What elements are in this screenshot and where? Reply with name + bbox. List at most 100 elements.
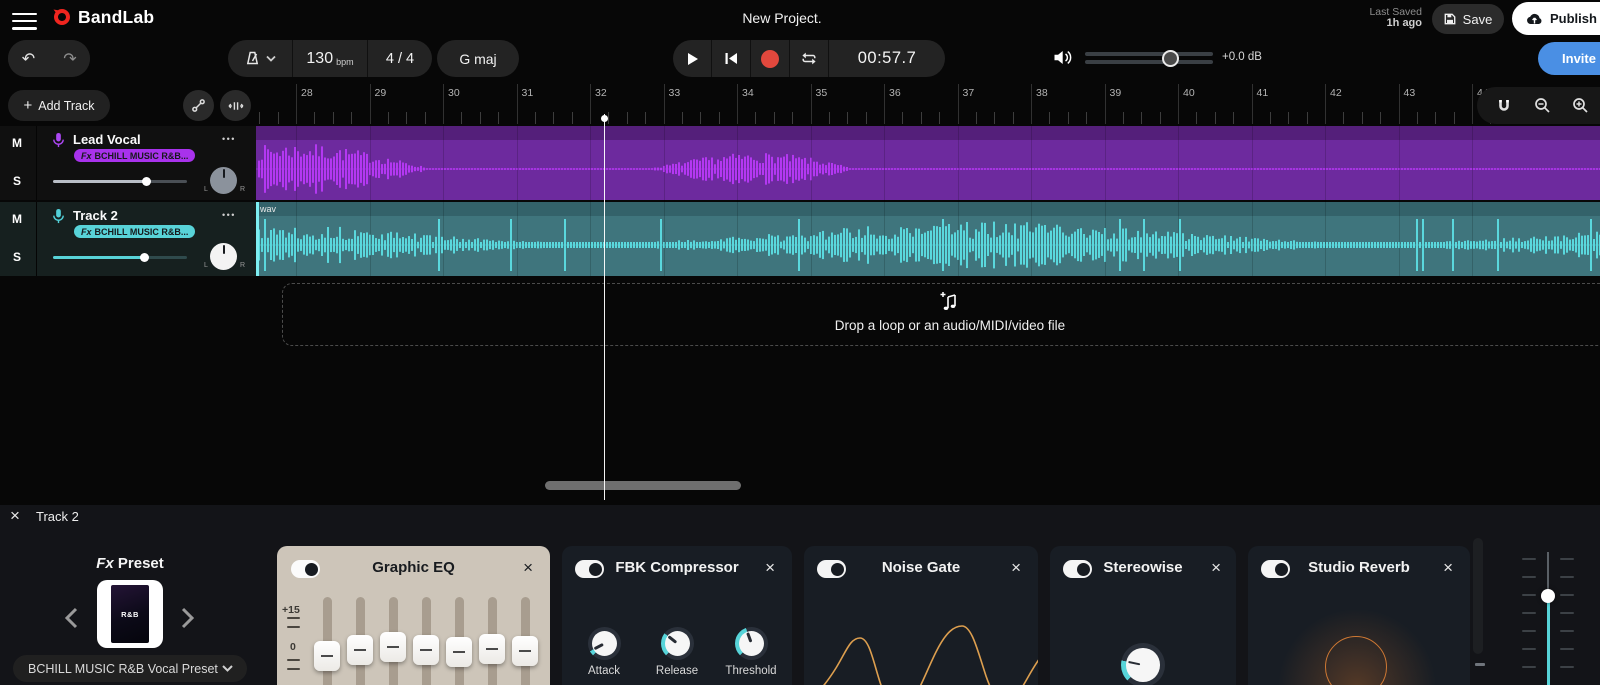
clip-region[interactable] <box>256 126 1600 200</box>
solo-button[interactable]: S <box>6 246 28 268</box>
panel-fader-ticks <box>1510 545 1590 685</box>
automation-button[interactable] <box>183 90 214 121</box>
hamburger-menu-button[interactable] <box>12 8 37 34</box>
loop-icon <box>801 51 817 66</box>
skip-to-start-button[interactable] <box>712 40 750 77</box>
track-header: M S Lead Vocal ••• FxBCHILL MUSIC R&B...… <box>0 126 256 200</box>
effect-title: Stereowise <box>1050 559 1236 576</box>
undo-icon: ↶ <box>22 49 35 69</box>
zoom-out-icon <box>1534 97 1551 114</box>
clip-header[interactable]: wav <box>256 202 1600 216</box>
add-track-button[interactable]: + Add Track <box>8 90 110 121</box>
clip-header[interactable] <box>256 126 1600 140</box>
zoom-in-button[interactable] <box>1565 91 1595 121</box>
preset-next-button[interactable] <box>176 603 198 633</box>
effect-card-graphic-eq: Graphic EQ × +15 0 <box>277 546 550 685</box>
snap-button[interactable] <box>1489 91 1519 121</box>
eq-fader-handle[interactable] <box>413 635 439 665</box>
pan-left-label: L <box>204 186 208 193</box>
knob-label: Release <box>642 665 712 677</box>
effect-close-button[interactable]: × <box>1011 558 1021 578</box>
pan-knob[interactable] <box>210 167 237 194</box>
effect-close-button[interactable]: × <box>765 558 775 578</box>
mixer-button[interactable] <box>220 90 251 121</box>
spread-knob[interactable] <box>1121 643 1165 685</box>
key-display[interactable]: G maj <box>437 40 519 77</box>
play-button[interactable] <box>673 40 711 77</box>
fx-label: Fx <box>81 151 92 161</box>
metronome-button[interactable] <box>228 40 292 77</box>
master-volume-icon[interactable] <box>1053 48 1074 67</box>
fx-badge[interactable]: FxBCHILL MUSIC R&B... <box>74 149 195 162</box>
effect-card-studio-reverb: Studio Reverb × 20 % <box>1248 546 1470 685</box>
clip-region[interactable]: wav <box>256 202 1600 276</box>
release-knob[interactable] <box>661 627 694 660</box>
effect-close-button[interactable]: × <box>1443 558 1453 578</box>
master-volume-slider[interactable] <box>1085 48 1213 68</box>
chevron-down-icon <box>266 55 276 62</box>
threshold-knob[interactable] <box>735 627 768 660</box>
timeline-ruler[interactable]: 2829303132333435363738394041424344 <box>256 84 1600 124</box>
track-menu-button[interactable]: ••• <box>222 210 236 220</box>
panel-fader-thumb[interactable] <box>1541 589 1555 603</box>
knob-label: Threshold <box>716 665 786 677</box>
playhead[interactable] <box>604 114 606 500</box>
project-title[interactable]: New Project. <box>700 10 864 26</box>
fx-badge-text: BCHILL MUSIC R&B... <box>95 151 189 161</box>
track-volume-slider[interactable] <box>142 177 151 186</box>
eq-fader-handle[interactable] <box>512 636 538 666</box>
effect-close-button[interactable]: × <box>1211 558 1221 578</box>
effects-panel: × Track 2 Fx Preset R&B BCHILL MUSIC R&B… <box>0 505 1600 685</box>
attack-knob[interactable] <box>588 627 621 660</box>
last-saved-value: 1h ago <box>1387 17 1422 29</box>
eq-fader-handle[interactable] <box>479 634 505 664</box>
mute-button[interactable]: M <box>6 132 28 154</box>
zoom-out-button[interactable] <box>1527 91 1557 121</box>
preset-dropdown[interactable]: BCHILL MUSIC R&B Vocal Preset <box>13 655 247 682</box>
record-icon <box>761 50 779 68</box>
preset-prev-button[interactable] <box>60 603 82 633</box>
fx-badge[interactable]: FxBCHILL MUSIC R&B... <box>74 225 195 238</box>
track-volume-slider[interactable] <box>140 253 149 262</box>
save-button[interactable]: Save <box>1432 4 1504 34</box>
eq-faders <box>277 546 550 685</box>
loop-button[interactable] <box>790 40 828 77</box>
eq-fader-handle[interactable] <box>380 632 406 662</box>
redo-button[interactable]: ↷ <box>50 40 90 77</box>
cloud-upload-icon <box>1526 12 1543 25</box>
publish-button[interactable]: Publish <box>1512 2 1600 35</box>
eq-fader-handle[interactable] <box>347 635 373 665</box>
pan-left-label: L <box>204 262 208 269</box>
fx-badge-text: BCHILL MUSIC R&B... <box>95 227 189 237</box>
time-display[interactable]: 00:57.7 <box>829 40 945 77</box>
mic-icon <box>51 132 66 149</box>
time-signature-display[interactable]: 4 / 4 <box>368 40 432 77</box>
solo-button[interactable]: S <box>6 170 28 192</box>
bandlab-logo-text: BandLab <box>78 7 154 28</box>
invite-button[interactable]: Invite <box>1538 42 1600 75</box>
effect-card-stereowise: Stereowise × Spread <box>1050 546 1236 685</box>
dropzone[interactable]: Drop a loop or an audio/MIDI/video file <box>282 283 1600 346</box>
playhead-handle[interactable] <box>601 115 608 122</box>
master-db-label: +0.0 dB <box>1222 51 1262 63</box>
preset-image[interactable]: R&B <box>97 580 163 648</box>
track-name[interactable]: Lead Vocal <box>73 132 141 147</box>
mute-button[interactable]: M <box>6 208 28 230</box>
preset-dropdown-value: BCHILL MUSIC R&B Vocal Preset <box>28 662 218 676</box>
track-name[interactable]: Track 2 <box>73 208 118 223</box>
bpm-display[interactable]: 130 bpm <box>293 40 367 77</box>
pan-knob[interactable] <box>210 243 237 270</box>
horizontal-scrollbar[interactable] <box>545 481 741 490</box>
bandlab-logo[interactable]: BandLab <box>51 6 154 28</box>
publish-label: Publish <box>1550 11 1597 26</box>
track-menu-button[interactable]: ••• <box>222 134 236 144</box>
redo-icon: ↷ <box>63 49 76 69</box>
eq-fader-handle[interactable] <box>314 641 340 671</box>
master-volume-thumb[interactable] <box>1162 50 1179 67</box>
panel-close-button[interactable]: × <box>10 508 20 523</box>
effect-title: Noise Gate <box>804 559 1038 576</box>
record-button[interactable] <box>751 40 789 77</box>
skip-to-start-icon <box>724 52 738 65</box>
eq-fader-handle[interactable] <box>446 637 472 667</box>
undo-button[interactable]: ↶ <box>8 40 49 77</box>
